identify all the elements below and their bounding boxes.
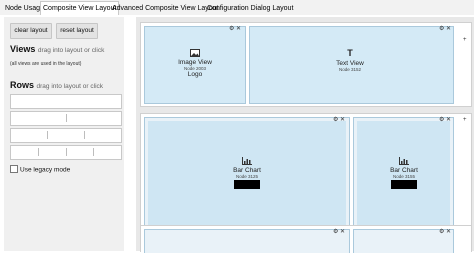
layout-row[interactable]: ⚙ ✕ ⚙ ✕ — [140, 225, 472, 253]
bar-chart-title: Bar Chart — [390, 167, 418, 174]
bar-chart-node: Node 3155 — [392, 174, 416, 179]
reset-layout-button[interactable]: reset layout — [56, 23, 98, 39]
layout-row[interactable]: Image View Node 2003 Logo ⚙ ✕ T Text Vie… — [140, 22, 472, 107]
column-controls[interactable]: ⚙ ✕ — [439, 25, 451, 32]
redacted-label — [391, 180, 417, 189]
row-template-2-columns[interactable] — [10, 111, 122, 126]
column-controls[interactable]: ⚙ ✕ — [229, 25, 241, 32]
image-view-item[interactable]: Image View Node 2003 Logo — [165, 49, 225, 78]
image-view-subtitle: Logo — [187, 71, 203, 78]
views-title: Views — [10, 44, 36, 54]
legacy-mode-toggle[interactable]: Use legacy mode — [10, 165, 71, 174]
image-view-title: Image View — [178, 59, 212, 66]
column-divider — [84, 131, 85, 139]
layout-column-bar-chart-2[interactable]: Bar Chart Node 3155 — [353, 117, 454, 230]
rows-hint: drag into layout or click — [36, 83, 104, 90]
row-template-4-columns[interactable] — [10, 145, 122, 160]
layout-column-bar-chart-1[interactable]: Bar Chart Node 3125 — [144, 117, 350, 230]
add-column-icon[interactable]: + — [463, 37, 467, 43]
row-template-3-columns[interactable] — [10, 128, 122, 143]
column-controls[interactable]: ⚙ ✕ — [333, 228, 345, 235]
column-divider — [47, 131, 48, 139]
bar-chart-icon — [399, 157, 409, 165]
layout-column[interactable] — [144, 229, 350, 253]
column-controls[interactable]: ⚙ ✕ — [439, 228, 451, 235]
views-hint: drag into layout or click — [37, 47, 105, 54]
tab-advanced-composite-view-layout[interactable]: Advanced Composite View Layout — [110, 2, 221, 15]
column-controls[interactable]: ⚙ ✕ — [333, 116, 345, 123]
rows-heading: Rows drag into layout or click — [10, 80, 103, 90]
views-heading: Views drag into layout or click — [10, 44, 104, 54]
legacy-mode-label: Use legacy mode — [20, 166, 71, 174]
image-icon — [190, 49, 200, 57]
rows-title: Rows — [10, 80, 35, 90]
text-view-title: Text View — [336, 60, 364, 67]
column-divider — [66, 148, 67, 156]
bar-chart-node: Node 3125 — [235, 174, 259, 179]
clear-layout-button[interactable]: clear layout — [10, 23, 52, 39]
tab-bar: Node Usage Composite View Layout Advance… — [0, 0, 474, 15]
column-divider — [38, 148, 39, 156]
text-view-node: Node 3152 — [338, 67, 362, 72]
bar-chart-view-item[interactable]: Bar Chart Node 3125 — [217, 157, 277, 189]
layout-editor: Image View Node 2003 Logo ⚙ ✕ T Text Vie… — [136, 17, 474, 253]
bar-chart-title: Bar Chart — [233, 167, 261, 174]
tab-configuration-dialog-layout[interactable]: Configuration Dialog Layout — [205, 2, 295, 15]
add-column-icon[interactable]: + — [463, 117, 467, 123]
column-divider — [93, 148, 94, 156]
row-template-1-column[interactable] — [10, 94, 122, 109]
column-divider — [66, 114, 67, 122]
redacted-label — [234, 180, 260, 189]
left-panel: clear layout reset layout Views drag int… — [4, 17, 124, 251]
bar-chart-view-item[interactable]: Bar Chart Node 3155 — [374, 157, 434, 189]
legacy-mode-checkbox[interactable] — [10, 165, 18, 173]
tab-composite-view-layout[interactable]: Composite View Layout — [40, 1, 120, 15]
text-icon: T — [347, 48, 353, 58]
layout-column-image[interactable]: Image View Node 2003 Logo — [144, 26, 246, 104]
text-view-item[interactable]: T Text View Node 3152 — [320, 48, 380, 73]
column-controls[interactable]: ⚙ ✕ — [439, 116, 451, 123]
layout-row[interactable]: Bar Chart Node 3125 ⚙ ✕ Bar Chart Node 3… — [140, 113, 472, 233]
bar-chart-icon — [242, 157, 252, 165]
layout-column-text[interactable]: T Text View Node 3152 — [249, 26, 454, 104]
views-note: (all views are used in the layout) — [10, 61, 82, 67]
